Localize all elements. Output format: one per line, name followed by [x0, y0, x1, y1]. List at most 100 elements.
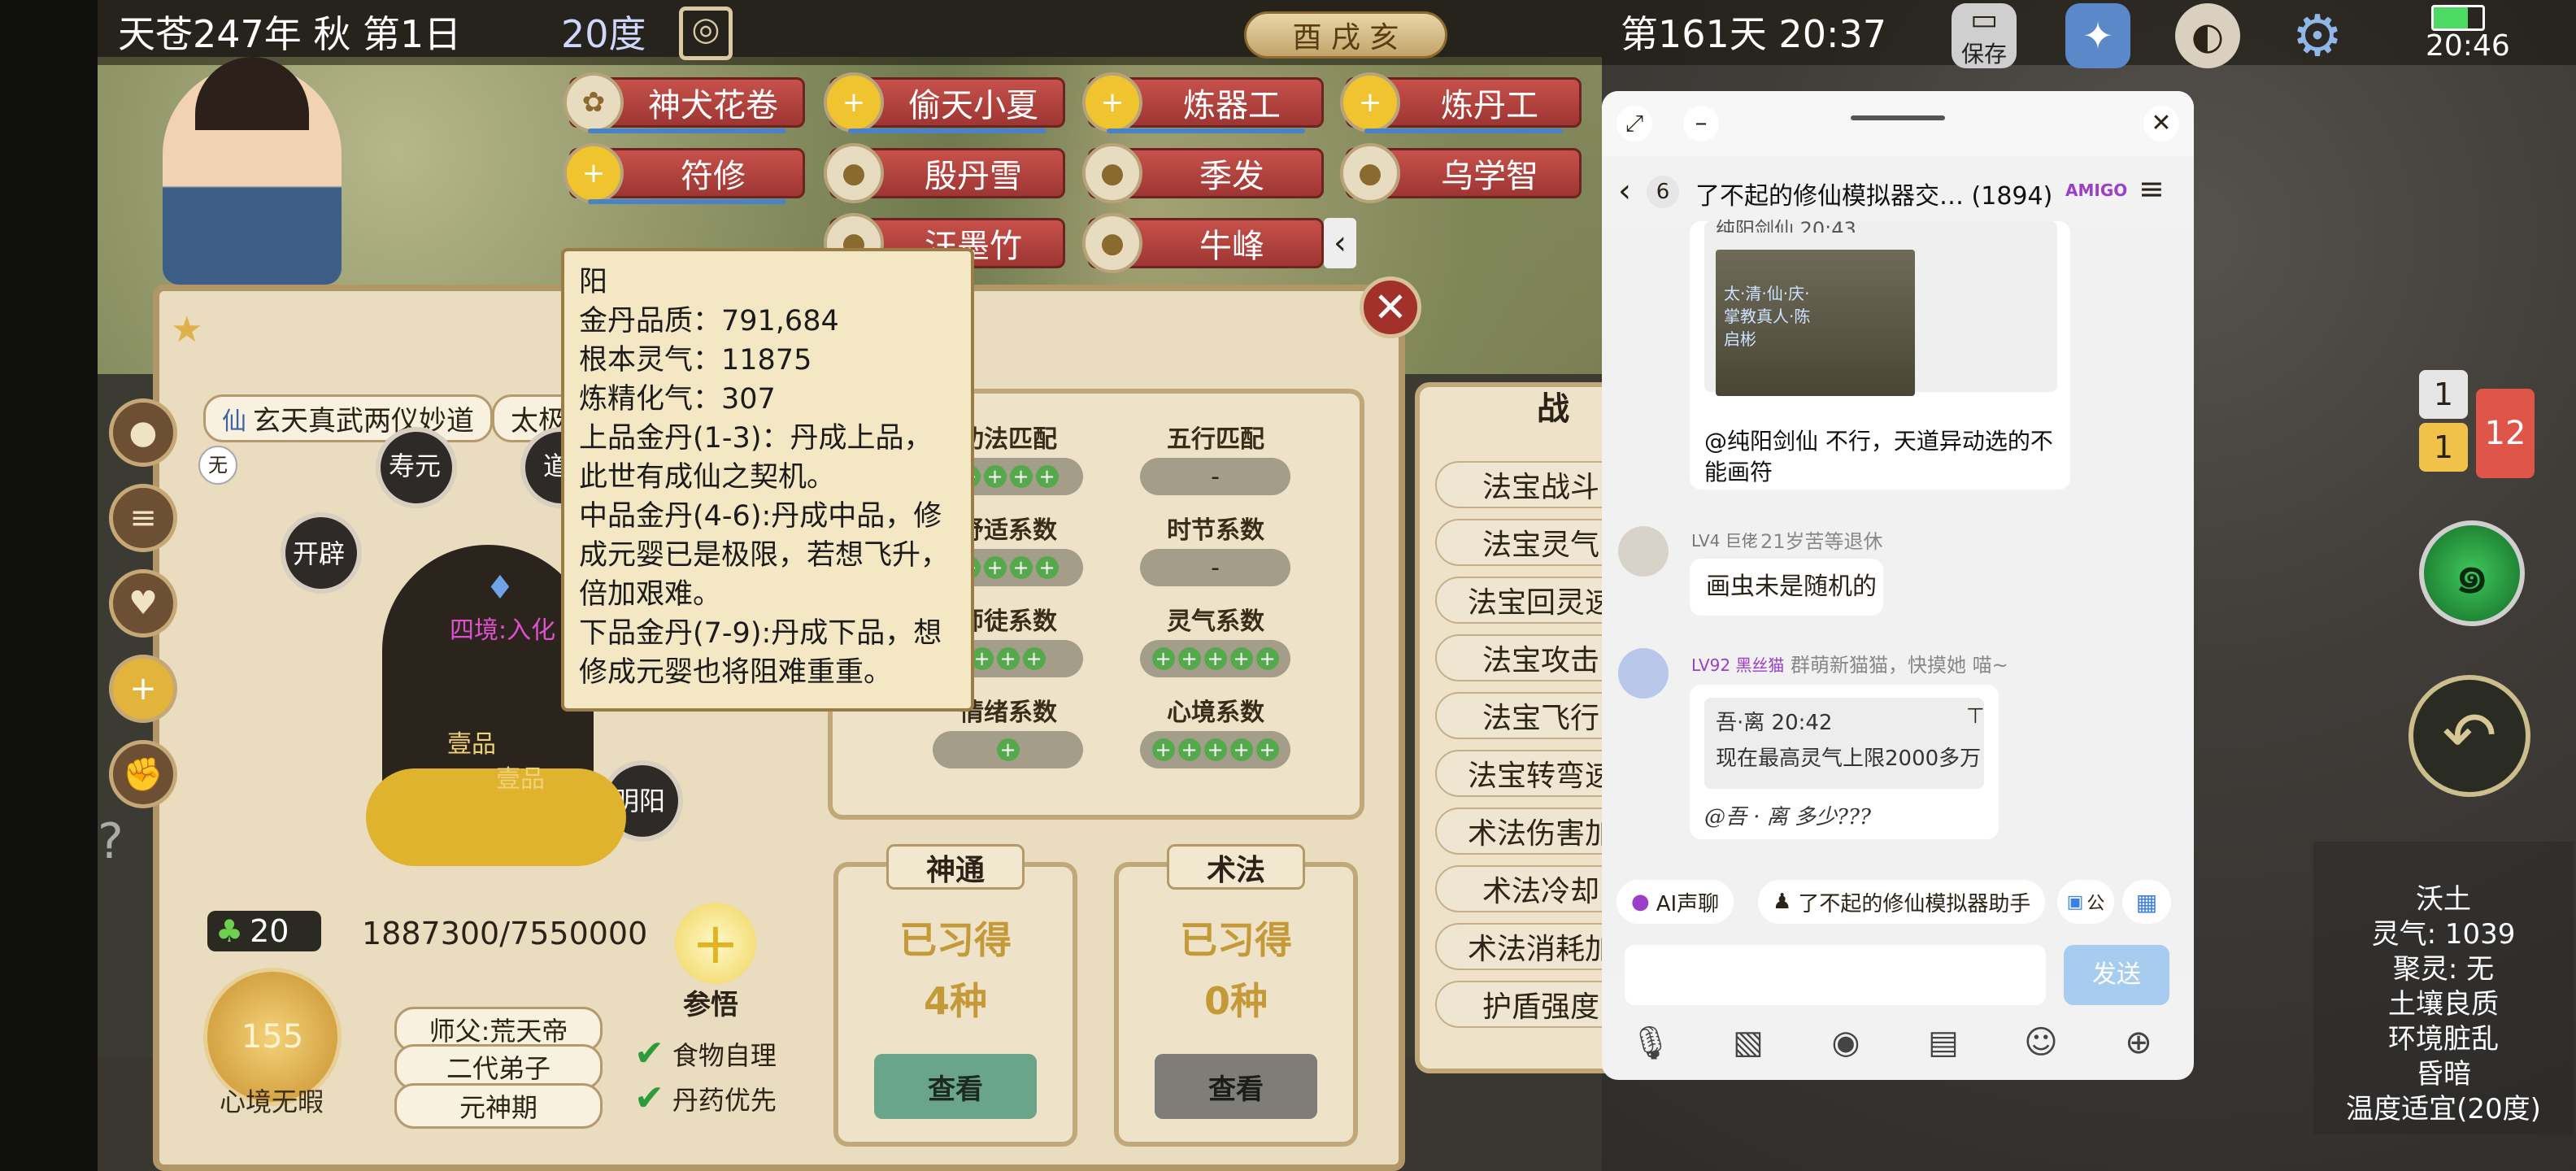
quoted-image-caption: 太·清·仙·庆·掌教真人·陈启彬 [1724, 284, 1811, 349]
rating-plus-icon: + [1255, 738, 1279, 761]
message-bubble-2[interactable]: 画虫未是随机的 [1690, 559, 1883, 616]
level-value: 20 [250, 913, 289, 949]
favorite-star-icon[interactable]: ★ [171, 309, 202, 350]
game-date: 天苍247年 秋 第1日 [118, 12, 462, 56]
rating-plus-icon: + [1151, 738, 1175, 761]
level-badge: ♣ 20 [207, 911, 321, 951]
tooltip-line: 炼精化气：307 [579, 383, 776, 416]
plus-badge-icon: + [564, 143, 624, 203]
log-tab-button[interactable]: ≡ [109, 484, 177, 552]
technique-name: 玄天真武两仪妙道 [253, 405, 474, 437]
npc-tag[interactable]: + 偷天小夏 [824, 72, 1065, 133]
user3-name: 群萌新猫猫，快摸她 喵~ [1791, 654, 2008, 677]
npc-tag[interactable]: + 炼器工 [1082, 72, 1324, 133]
dantian-label-lower: 壹品 [496, 765, 545, 794]
save-button[interactable]: ▭ 保存 [1952, 3, 2017, 68]
camera-icon[interactable]: ◉ [1821, 1018, 1870, 1067]
tooltip-title: 阳 [579, 266, 608, 298]
notification-badge-gray[interactable]: 1 [2419, 370, 2468, 419]
shufa-view-button[interactable]: 查看 [1155, 1054, 1317, 1119]
orb-kaipi-label: 开辟 [293, 538, 346, 569]
close-panel-icon[interactable]: ✕ [1360, 276, 1421, 338]
group-title[interactable]: 了不起的修仙模拟器交… (1894) [1695, 176, 2052, 211]
shentong-view-button[interactable]: 查看 [874, 1054, 1037, 1119]
npc-tag[interactable]: ● 季发 [1082, 143, 1324, 203]
pill-priority-checkbox[interactable]: ✔ 丹药优先 [634, 1077, 777, 1119]
npc-tag[interactable]: ● 殷丹雪 [824, 143, 1065, 203]
comprehend-label: 参悟 [683, 989, 738, 1021]
notification-badge-red[interactable]: 12 [2476, 389, 2535, 478]
spirit-swirl-button[interactable]: ๑ [2419, 520, 2525, 626]
plus-badge-icon: + [1082, 72, 1142, 133]
assistant-chip[interactable]: ♟ 了不起的修仙模拟器助手 [1758, 880, 2046, 924]
rating-plus-icon: + [1009, 465, 1033, 488]
plus-icon: + [691, 910, 740, 977]
gear-icon[interactable]: ⚙ [2285, 2, 2350, 69]
tile-info-line: 昏暗 [2416, 1058, 2471, 1090]
person-icon: ● [128, 414, 158, 451]
character-portrait[interactable] [163, 57, 342, 285]
factor-value: - [1211, 553, 1220, 582]
chat-floating-window[interactable]: ⤢ – ✕ ‹ 6 了不起的修仙模拟器交… (1894) AMIGO ≡ 纯阳剑… [1602, 91, 2194, 1080]
comprehend-button[interactable]: + [675, 903, 756, 984]
fight-tab-button[interactable]: ✊ [109, 740, 177, 808]
mood-label: 心境无暇 [220, 1086, 324, 1117]
relations-tab-button[interactable]: ♥ [109, 569, 177, 638]
factor-label: 时节系数 [1167, 516, 1264, 545]
npc-status-bar [588, 128, 786, 133]
ai-voice-chip[interactable]: ● AI声聊 [1617, 880, 1734, 924]
send-button[interactable]: 发送 [2064, 945, 2169, 1005]
rating-plus-icon: + [1229, 738, 1253, 761]
microphone-icon[interactable]: 🎙 [1626, 1018, 1675, 1067]
factor-label: 心境系数 [1167, 699, 1264, 727]
realm-tag: 四境:入化 [450, 616, 556, 645]
rating-plus-icon: + [996, 738, 1020, 761]
palette-icon[interactable]: ◐ [2175, 3, 2240, 68]
npc-tag[interactable]: + 符修 [564, 143, 805, 204]
back-button[interactable]: ↶ [2408, 675, 2530, 797]
check-icon: ✔ [634, 1033, 664, 1074]
rating-plus-icon: + [1009, 556, 1033, 579]
food-self-checkbox[interactable]: ✔ 食物自理 [634, 1033, 777, 1074]
add-more-icon[interactable]: ⊕ [2114, 1018, 2163, 1067]
clover-icon: ♣ [215, 913, 244, 949]
person-avatar-icon: ● [1082, 143, 1142, 203]
system-clock: 20:46 [2426, 29, 2510, 63]
cultivate-tab-button[interactable]: + [109, 655, 177, 723]
drag-handle[interactable] [1851, 115, 1945, 120]
red-packet-icon[interactable]: ▤ [1919, 1018, 1968, 1067]
rating-plus-icon: + [983, 556, 1007, 579]
swirl-icon[interactable]: ◎ [679, 7, 733, 60]
npc-tag[interactable]: ● 乌学智 [1340, 143, 1582, 203]
shentong-title: 神通 [886, 844, 1025, 890]
image-icon[interactable]: ▧ [1724, 1018, 1773, 1067]
message-input[interactable] [1625, 945, 2046, 1005]
factor-label: 灵气系数 [1167, 607, 1264, 636]
rating-plus-icon: + [1151, 647, 1175, 670]
profile-tab-button[interactable]: ● [109, 398, 177, 467]
minimize-icon[interactable]: – [1683, 106, 1719, 141]
announce-chip[interactable]: ▣ 公 [2057, 880, 2114, 924]
rating-plus-icon: + [1035, 465, 1059, 488]
avatar-user2[interactable] [1618, 526, 1669, 577]
back-arrow-icon[interactable]: ‹ [1618, 172, 1631, 210]
golden-core-tooltip: 阳 金丹品质：791,684 根本灵气：11875 炼精化气：307 上品金丹(1-3… [561, 248, 974, 712]
expand-icon[interactable]: ⤢ [1617, 106, 1652, 141]
collapse-npc-button[interactable]: ‹ [1324, 218, 1356, 268]
help-icon[interactable]: ? [98, 813, 124, 870]
rating-plus-icon: + [1255, 647, 1279, 670]
notification-badge-gold[interactable]: 1 [2419, 423, 2468, 472]
close-window-icon[interactable]: ✕ [2143, 106, 2179, 141]
technique-chip[interactable]: 仙 玄天真武两仪妙道 [203, 394, 493, 442]
menu-icon[interactable]: ≡ [2139, 171, 2165, 207]
npc-tag[interactable]: ● 牛峰 [1082, 213, 1324, 273]
apps-grid-icon[interactable]: ▦ [2122, 880, 2171, 924]
npc-tag[interactable]: + 炼丹工 [1340, 72, 1582, 133]
avatar-user3[interactable] [1618, 648, 1669, 699]
map-icon[interactable]: ✦ [2065, 3, 2130, 68]
emoji-icon[interactable]: ☺ [2017, 1018, 2065, 1067]
npc-tag[interactable]: ✿ 神犬花卷 [564, 72, 805, 133]
undo-arrow-icon: ↶ [2442, 698, 2497, 773]
save-label: 保存 [1960, 40, 2007, 67]
npc-name: 乌学智 [1441, 158, 1538, 195]
